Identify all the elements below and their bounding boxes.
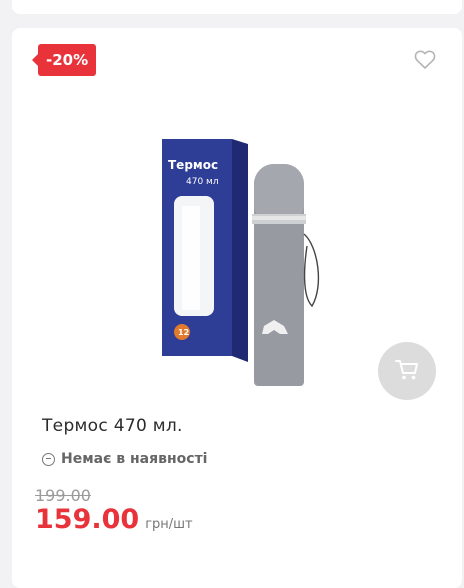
old-price: 199.00 [35, 486, 91, 505]
price-unit: грн/шт [145, 517, 193, 532]
product-card[interactable]: -20% 12 Термос 470 мл Термос 470 мл. Нем… [12, 28, 462, 588]
price-value: 159.00 [35, 504, 140, 535]
box-label-subtitle: 470 мл [186, 177, 219, 187]
favorite-icon[interactable] [414, 50, 436, 70]
cart-icon [394, 357, 420, 385]
price: 159.00 грн/шт [35, 504, 193, 535]
stock-status: Немає в наявності [42, 451, 207, 467]
add-to-cart-button[interactable] [378, 342, 436, 400]
box-label-title: Термос [168, 158, 218, 172]
product-title[interactable]: Термос 470 мл. [42, 416, 183, 436]
svg-text:12: 12 [178, 328, 189, 337]
previous-card [12, 0, 462, 14]
product-image[interactable]: 12 Термос 470 мл [152, 136, 342, 392]
minus-circle-icon [42, 452, 55, 466]
stock-status-text: Немає в наявності [61, 451, 208, 467]
discount-badge: -20% [31, 44, 97, 76]
